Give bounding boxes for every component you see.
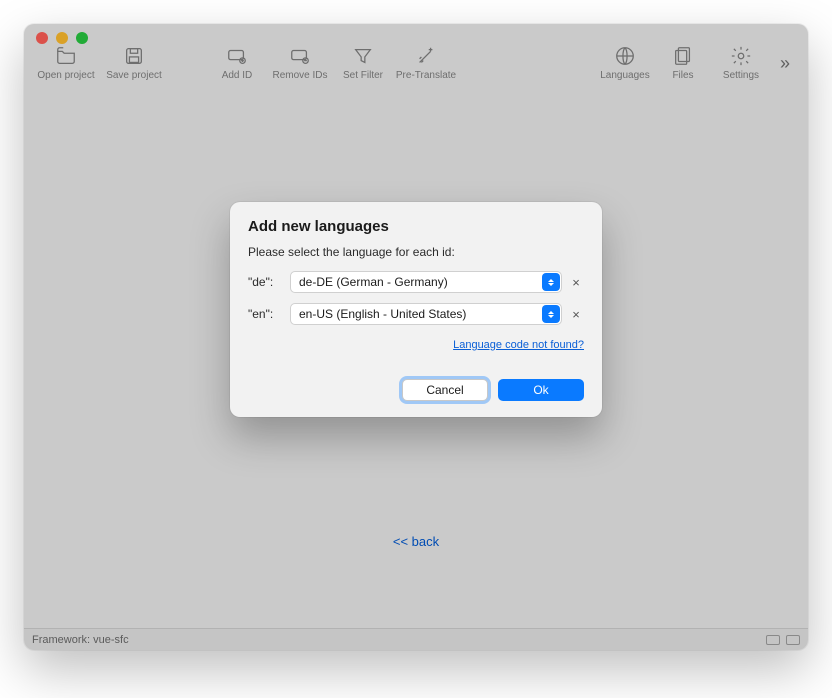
language-row: "en": en-US (English - United States) × <box>248 303 584 325</box>
language-code-help-link[interactable]: Language code not found? <box>453 339 584 351</box>
dialog-button-row: Cancel Ok <box>248 379 584 401</box>
help-link-row: Language code not found? <box>248 335 584 353</box>
language-id-label: "de": <box>248 275 284 289</box>
dialog-subtitle: Please select the language for each id: <box>248 245 584 259</box>
close-icon: × <box>572 275 580 290</box>
select-value: de-DE (German - Germany) <box>299 275 448 289</box>
dialog-title: Add new languages <box>248 218 584 235</box>
app-window: Open project Save project Add ID Remove … <box>24 24 808 650</box>
language-select-en[interactable]: en-US (English - United States) <box>290 303 562 325</box>
ok-button[interactable]: Ok <box>498 379 584 401</box>
add-languages-dialog: Add new languages Please select the lang… <box>230 202 602 417</box>
select-arrows-icon <box>542 305 560 323</box>
select-arrows-icon <box>542 273 560 291</box>
remove-row-button[interactable]: × <box>568 274 584 290</box>
language-select-de[interactable]: de-DE (German - Germany) <box>290 271 562 293</box>
select-value: en-US (English - United States) <box>299 307 466 321</box>
language-id-label: "en": <box>248 307 284 321</box>
cancel-button[interactable]: Cancel <box>402 379 488 401</box>
remove-row-button[interactable]: × <box>568 306 584 322</box>
language-row: "de": de-DE (German - Germany) × <box>248 271 584 293</box>
close-icon: × <box>572 307 580 322</box>
